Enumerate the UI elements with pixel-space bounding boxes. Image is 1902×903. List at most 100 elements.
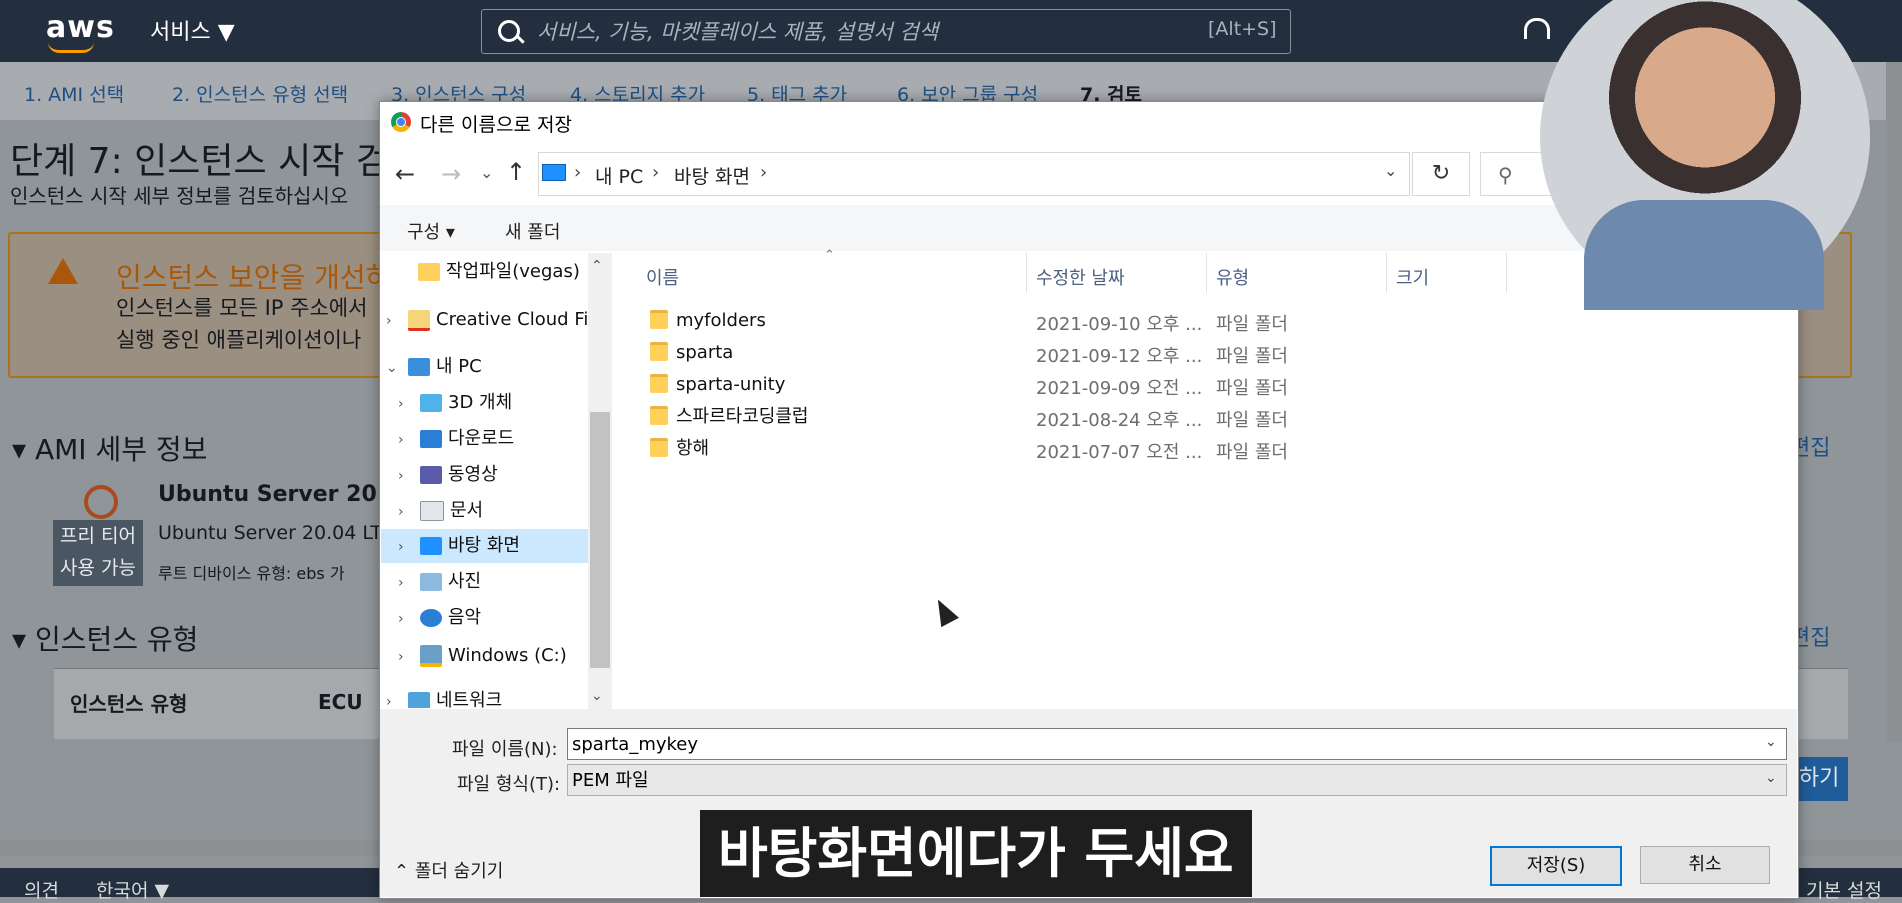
column-divider[interactable] — [1386, 253, 1387, 293]
chrome-icon — [391, 112, 411, 132]
breadcrumb-chevron-icon[interactable]: › — [652, 162, 659, 183]
sort-ascending-icon: ⌃ — [824, 248, 835, 263]
column-divider[interactable] — [1506, 253, 1507, 293]
column-header-date[interactable]: 수정한 날짜 — [1036, 264, 1125, 290]
ami-name: Ubuntu Server 20.04 — [158, 482, 416, 507]
warning-title: 인스턴스 보안을 개선하 — [116, 261, 392, 294]
page-subtitle: 인스턴스 시작 세부 정보를 검토하십시오 — [10, 184, 349, 208]
file-row-date: 2021-07-07 오전 ... — [1036, 442, 1203, 463]
badge-line: 프리 티어 — [60, 525, 136, 547]
scroll-down-chevron-icon[interactable]: ⌄ — [591, 688, 603, 704]
column-header-size[interactable]: 크기 — [1396, 264, 1429, 290]
aws-logo[interactable]: aws — [46, 10, 115, 45]
file-row-date: 2021-09-12 오후 ... — [1036, 346, 1203, 367]
tree-item-vegas[interactable]: 작업파일(vegas) — [396, 255, 580, 289]
pc-icon — [408, 358, 430, 376]
drive-icon — [420, 645, 442, 667]
file-row-type: 파일 폴더 — [1216, 378, 1288, 399]
column-header-instance-type: 인스턴스 유형 — [70, 692, 188, 716]
services-menu-button[interactable]: 서비스 ▼ — [150, 14, 235, 46]
free-tier-badge: 프리 티어 사용 가능 — [53, 520, 143, 586]
instance-type-section-toggle[interactable]: ▾ 인스턴스 유형 — [12, 618, 198, 658]
tree-item-windows-c[interactable]: › Windows (C:) — [398, 639, 567, 673]
tree-item-creative-cloud[interactable]: › Creative Cloud File — [386, 303, 604, 337]
column-divider[interactable] — [1206, 253, 1207, 293]
videos-icon — [420, 466, 442, 484]
tree-item-downloads[interactable]: › 다운로드 — [398, 422, 514, 456]
tree-item-label: 문서 — [450, 500, 484, 521]
hide-folders-toggle[interactable]: ⌃ 폴더 숨기기 — [394, 857, 503, 883]
search-icon: ⚲ — [1498, 163, 1513, 187]
warning-text-line: 실행 중인 애플리케이션이나 — [116, 328, 362, 352]
tree-item-network[interactable]: › 네트워크 — [386, 684, 502, 708]
column-header-name[interactable]: 이름 — [646, 264, 679, 290]
feedback-link[interactable]: 의견 — [24, 876, 59, 903]
tree-item-pictures[interactable]: › 사진 — [398, 565, 481, 599]
tree-item-label: 음악 — [448, 607, 482, 628]
page-title: 단계 7: 인스턴스 시작 검 — [10, 141, 389, 182]
tree-scrollbar-thumb[interactable] — [590, 412, 610, 668]
tree-item-3d-objects[interactable]: › 3D 개체 — [398, 386, 512, 420]
file-row-type: 파일 폴더 — [1216, 314, 1288, 335]
creative-cloud-icon — [408, 309, 430, 331]
breadcrumb-chevron-icon[interactable]: › — [760, 162, 767, 183]
file-row-type: 파일 폴더 — [1216, 346, 1288, 367]
back-arrow-icon[interactable]: ← — [395, 160, 415, 188]
ami-description: Ubuntu Server 20.04 LTS — [158, 522, 394, 544]
organize-menu-button[interactable]: 구성 ▾ — [407, 218, 455, 244]
folder-icon — [650, 310, 668, 329]
filename-input[interactable]: sparta_mykey — [567, 728, 1787, 760]
dialog-title: 다른 이름으로 저장 — [420, 114, 572, 136]
file-row-name[interactable]: 스파르타코딩클럽 — [676, 402, 808, 432]
desktop-icon — [420, 537, 442, 555]
column-header-ecu: ECU — [318, 690, 363, 714]
scroll-up-chevron-icon[interactable]: ⌃ — [591, 258, 603, 274]
hide-folders-label: 폴더 숨기기 — [414, 861, 504, 882]
refresh-button[interactable]: ↻ — [1412, 152, 1470, 196]
wizard-step-2[interactable]: 2. 인스턴스 유형 선택 — [172, 80, 348, 107]
cancel-button[interactable]: 취소 — [1640, 846, 1770, 884]
language-selector[interactable]: 한국어 ▼ — [96, 876, 169, 903]
pictures-icon — [420, 573, 442, 591]
breadcrumb-desktop[interactable]: 바탕 화면 — [674, 162, 750, 189]
filetype-dropdown-icon[interactable]: ⌄ — [1765, 770, 1777, 786]
breadcrumb-chevron-icon[interactable]: › — [574, 162, 581, 183]
filename-dropdown-icon[interactable]: ⌄ — [1765, 734, 1777, 750]
downloads-icon — [420, 430, 442, 448]
desktop-location-icon — [542, 164, 566, 181]
preferences-link[interactable]: 기본 설정 — [1806, 876, 1882, 903]
column-divider[interactable] — [1026, 253, 1027, 293]
tree-item-my-pc[interactable]: ⌄ 내 PC — [386, 350, 482, 384]
file-row-name[interactable]: myfolders — [676, 306, 766, 336]
address-dropdown-icon[interactable]: ⌄ — [1384, 161, 1397, 180]
column-header-type[interactable]: 유형 — [1216, 264, 1249, 290]
tree-item-music[interactable]: › 음악 — [398, 601, 481, 635]
tree-item-desktop[interactable]: › 바탕 화면 — [398, 529, 520, 563]
file-list[interactable] — [614, 253, 1797, 709]
search-icon — [498, 20, 520, 42]
warning-icon — [48, 258, 78, 284]
file-row-name[interactable]: 항해 — [676, 434, 709, 464]
webcam-person — [1584, 200, 1824, 310]
breadcrumb-my-pc[interactable]: 내 PC — [595, 162, 643, 189]
address-bar[interactable] — [538, 152, 1410, 196]
tree-item-documents[interactable]: › 문서 — [398, 494, 483, 528]
recent-locations-chevron-icon[interactable]: ⌄ — [480, 163, 493, 182]
up-arrow-icon[interactable]: ↑ — [506, 158, 526, 186]
file-row-name[interactable]: sparta — [676, 338, 733, 368]
wizard-step-1[interactable]: 1. AMI 선택 — [24, 80, 124, 107]
bell-icon[interactable] — [1524, 18, 1550, 39]
tree-item-label: 네트워크 — [436, 690, 503, 708]
instance-section-title: 인스턴스 유형 — [34, 623, 199, 656]
folder-icon — [650, 342, 668, 361]
ami-details-section-toggle[interactable]: ▾ AMI 세부 정보 — [12, 428, 207, 468]
filetype-label: 파일 형식(T): — [457, 774, 561, 795]
tree-item-videos[interactable]: › 동영상 — [398, 458, 498, 492]
forward-arrow-icon[interactable]: → — [441, 160, 461, 188]
new-folder-button[interactable]: 새 폴더 — [505, 218, 560, 244]
vertical-scrollbar[interactable] — [1886, 62, 1902, 742]
file-row-name[interactable]: sparta-unity — [676, 370, 785, 400]
save-button[interactable]: 저장(S) — [1490, 846, 1622, 886]
filetype-select[interactable]: PEM 파일 — [567, 764, 1787, 796]
tree-item-label: 다운로드 — [448, 428, 515, 449]
